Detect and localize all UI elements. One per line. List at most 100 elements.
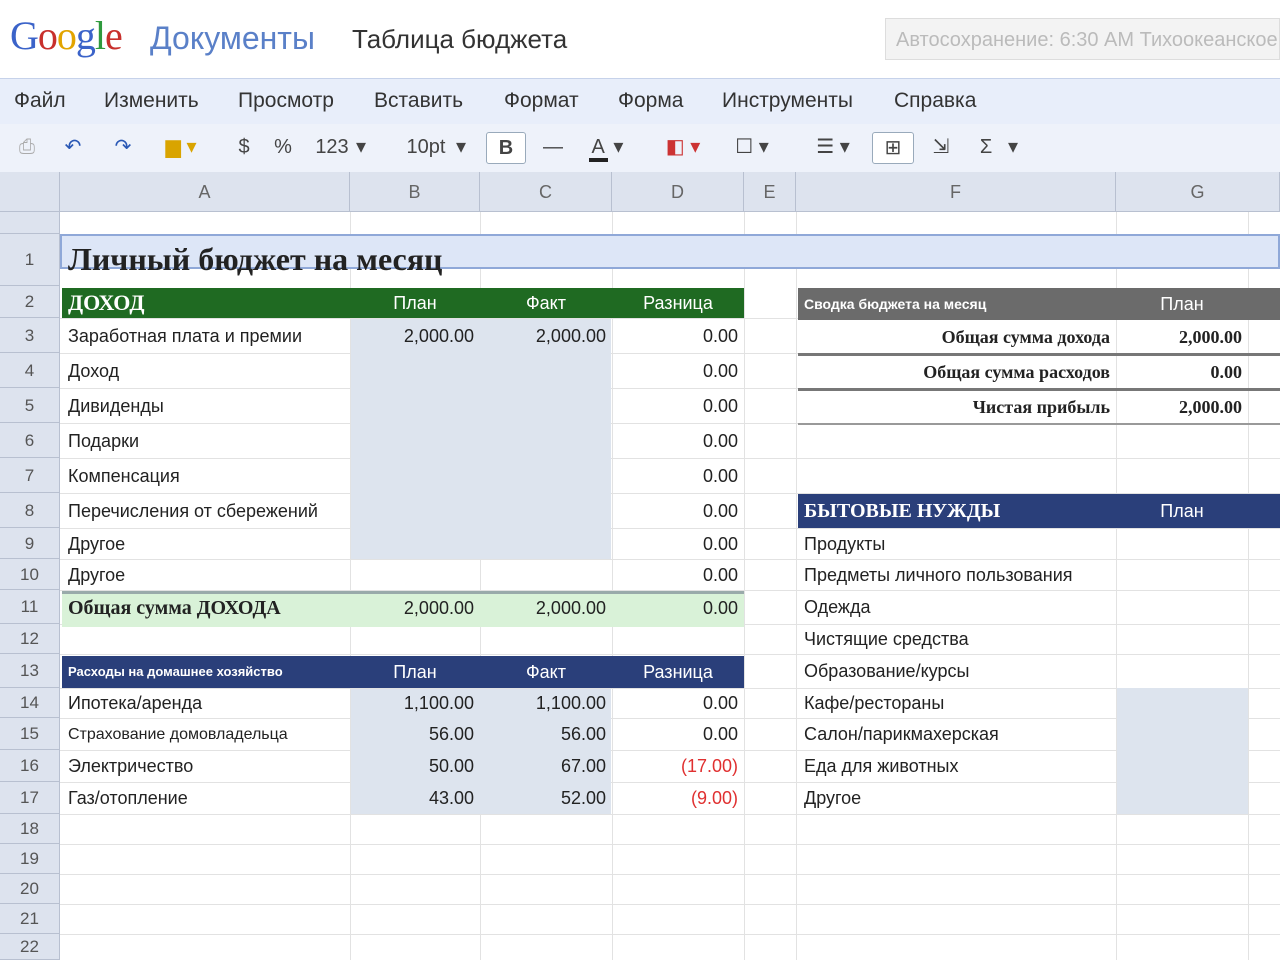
- summary-header-label[interactable]: Сводка бюджета на месяц: [798, 288, 1116, 320]
- home-row-fact[interactable]: 52.00: [480, 783, 612, 814]
- living-row-label[interactable]: Чистящие средства: [798, 625, 1116, 654]
- redo-icon[interactable]: ↷: [108, 132, 138, 162]
- undo-icon[interactable]: ↶: [58, 132, 88, 162]
- income-row-diff[interactable]: 0.00: [612, 319, 744, 353]
- income-row-label[interactable]: Другое: [62, 529, 350, 559]
- align-icon[interactable]: ☰ ▾: [808, 132, 858, 162]
- income-row-diff[interactable]: 0.00: [612, 494, 744, 528]
- row-header[interactable]: 4: [0, 353, 60, 388]
- home-header-fact[interactable]: Факт: [480, 656, 612, 688]
- merge-cells-icon[interactable]: ⊞: [872, 132, 914, 164]
- row-header[interactable]: 12: [0, 624, 60, 654]
- home-row-diff-negative[interactable]: (9.00): [612, 783, 744, 814]
- living-expenses-header-label[interactable]: БЫТОВЫЕ НУЖДЫ: [798, 494, 1116, 528]
- income-row-label[interactable]: Компенсация: [62, 459, 350, 493]
- living-row-label[interactable]: Салон/парикмахерская: [798, 719, 1116, 750]
- menu-help[interactable]: Справка: [894, 89, 976, 113]
- income-row-diff[interactable]: 0.00: [612, 389, 744, 423]
- sum-button[interactable]: Σ: [976, 132, 996, 162]
- row-header[interactable]: 14: [0, 688, 60, 718]
- row-header[interactable]: 16: [0, 750, 60, 782]
- column-header[interactable]: B: [350, 172, 480, 212]
- column-header[interactable]: E: [744, 172, 796, 212]
- living-row-label[interactable]: Продукты: [798, 529, 1116, 559]
- home-row-plan[interactable]: 50.00: [350, 751, 480, 782]
- home-row-diff[interactable]: 0.00: [612, 719, 744, 750]
- chevron-down-icon[interactable]: ▾: [1004, 132, 1022, 162]
- home-row-plan[interactable]: 43.00: [350, 783, 480, 814]
- income-row-label[interactable]: Доход: [62, 354, 350, 388]
- row-header[interactable]: 11: [0, 590, 60, 624]
- document-title[interactable]: Таблица бюджета: [352, 24, 567, 55]
- column-header[interactable]: F: [796, 172, 1116, 212]
- row-header[interactable]: 21: [0, 904, 60, 934]
- income-row-label[interactable]: Перечисления от сбережений: [62, 494, 350, 528]
- income-row-diff[interactable]: 0.00: [612, 354, 744, 388]
- summary-row-label[interactable]: Общая сумма дохода: [798, 321, 1116, 353]
- income-row-diff[interactable]: 0.00: [612, 424, 744, 458]
- living-row-label[interactable]: Еда для животных: [798, 751, 1116, 782]
- home-row-label[interactable]: Страхование домовладельца: [62, 719, 350, 750]
- row-header[interactable]: 15: [0, 718, 60, 750]
- home-header-diff[interactable]: Разница: [612, 656, 744, 688]
- home-row-label[interactable]: Электричество: [62, 751, 350, 782]
- column-header[interactable]: G: [1116, 172, 1280, 212]
- menu-edit[interactable]: Изменить: [104, 89, 199, 113]
- summary-header-plan[interactable]: План: [1116, 288, 1248, 320]
- row-header[interactable]: 18: [0, 814, 60, 844]
- income-row-label[interactable]: Подарки: [62, 424, 350, 458]
- summary-row-value[interactable]: 2,000.00: [1116, 321, 1248, 353]
- menu-view[interactable]: Просмотр: [238, 89, 334, 113]
- text-color-icon[interactable]: A ▾: [586, 132, 626, 162]
- google-logo[interactable]: Google: [10, 12, 123, 59]
- menu-format[interactable]: Формат: [504, 89, 579, 113]
- row-header[interactable]: 7: [0, 458, 60, 493]
- menu-form[interactable]: Форма: [618, 89, 683, 113]
- income-header-label[interactable]: ДОХОД: [62, 288, 350, 318]
- row-header[interactable]: 6: [0, 423, 60, 458]
- living-row-label[interactable]: Образование/курсы: [798, 655, 1116, 688]
- row-header[interactable]: 19: [0, 844, 60, 874]
- column-header[interactable]: A: [60, 172, 350, 212]
- income-total-label[interactable]: Общая сумма ДОХОДА: [62, 593, 350, 624]
- summary-row-value[interactable]: 2,000.00: [1116, 391, 1248, 423]
- chevron-down-icon[interactable]: ▾: [452, 132, 470, 162]
- column-header[interactable]: D: [612, 172, 744, 212]
- column-header[interactable]: C: [480, 172, 612, 212]
- wrap-text-icon[interactable]: ⇲: [924, 132, 958, 162]
- income-header-diff[interactable]: Разница: [612, 288, 744, 318]
- income-row-fact[interactable]: 2,000.00: [480, 319, 612, 353]
- currency-format-button[interactable]: $: [234, 132, 254, 162]
- income-total-fact[interactable]: 2,000.00: [480, 593, 612, 624]
- income-row-label[interactable]: Дивиденды: [62, 389, 350, 423]
- row-header[interactable]: 10: [0, 559, 60, 590]
- menu-file[interactable]: Файл: [14, 89, 66, 113]
- row-header[interactable]: 3: [0, 318, 60, 353]
- income-row-diff[interactable]: 0.00: [612, 529, 744, 559]
- home-row-plan[interactable]: 56.00: [350, 719, 480, 750]
- home-row-diff[interactable]: 0.00: [612, 689, 744, 718]
- living-row-label[interactable]: Предметы личного пользования: [798, 560, 1116, 590]
- row-header[interactable]: 1: [0, 234, 60, 286]
- home-row-plan[interactable]: 1,100.00: [350, 689, 480, 718]
- chevron-down-icon[interactable]: ▾: [352, 132, 370, 162]
- row-header[interactable]: 5: [0, 388, 60, 423]
- row-header[interactable]: 17: [0, 782, 60, 814]
- home-row-diff-negative[interactable]: (17.00): [612, 751, 744, 782]
- home-row-fact[interactable]: 56.00: [480, 719, 612, 750]
- fill-color-icon[interactable]: ◧ ▾: [660, 132, 706, 162]
- home-header-plan[interactable]: План: [350, 656, 480, 688]
- borders-icon[interactable]: ☐ ▾: [728, 132, 776, 162]
- income-row-plan[interactable]: 2,000.00: [350, 319, 480, 353]
- menu-tools[interactable]: Инструменты: [722, 89, 853, 113]
- row-header[interactable]: 20: [0, 874, 60, 904]
- home-row-label[interactable]: Ипотека/аренда: [62, 689, 350, 718]
- select-all-corner[interactable]: [0, 172, 60, 212]
- number-format-button[interactable]: 123: [312, 132, 352, 162]
- docs-product-name[interactable]: Документы: [150, 20, 315, 57]
- font-size-select[interactable]: 10pt: [402, 132, 450, 162]
- summary-row-label[interactable]: Общая сумма расходов: [798, 356, 1116, 388]
- living-row-label[interactable]: Кафе/рестораны: [798, 689, 1116, 718]
- home-expenses-header-label[interactable]: Расходы на домашнее хозяйство: [62, 656, 350, 688]
- income-row-diff[interactable]: 0.00: [612, 459, 744, 493]
